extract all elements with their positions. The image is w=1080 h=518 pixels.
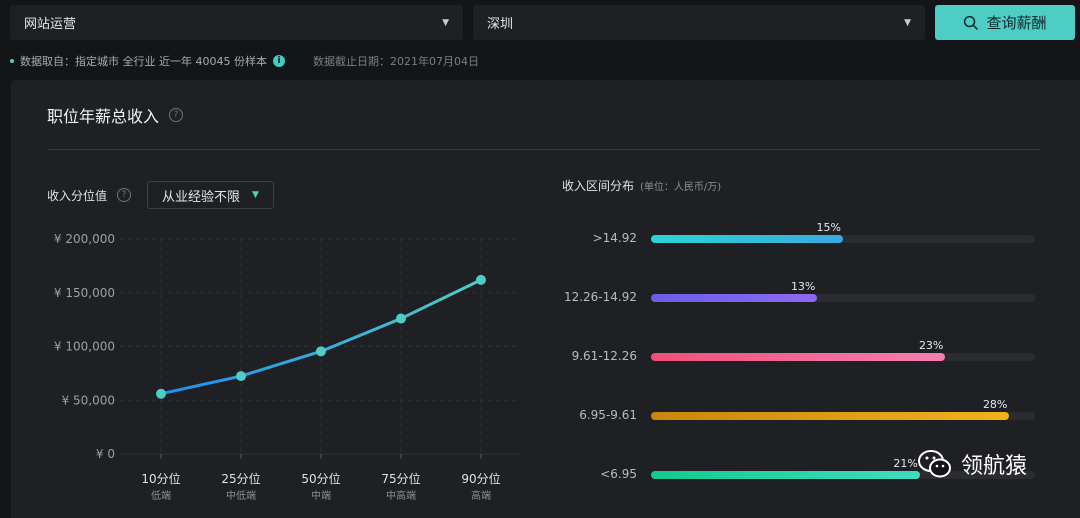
- x-sub-label: 中低端: [226, 489, 256, 502]
- watermark-text: 领航猿: [961, 454, 1028, 479]
- y-tick-label: ¥ 200,000: [54, 232, 115, 246]
- x-tick-label: 10分位: [141, 471, 180, 486]
- distribution-row: 12.26-14.92 13%: [551, 280, 1051, 308]
- caret-down-icon: ▼: [904, 17, 911, 28]
- data-point: [396, 313, 406, 324]
- range-label: 9.61-12.26: [571, 349, 637, 363]
- bar-fill: [651, 294, 818, 302]
- y-tick-label: ¥ 150,000: [54, 286, 115, 300]
- data-point: [236, 371, 246, 382]
- x-sub-label: 中高端: [386, 489, 416, 502]
- bar-percent-label: 13%: [790, 280, 816, 293]
- search-button-label: 查询薪酬: [986, 14, 1047, 32]
- x-tick-label: 75分位: [381, 471, 420, 486]
- x-tick-label: 50分位: [301, 471, 340, 486]
- y-tick-label: ¥ 100,000: [54, 340, 115, 354]
- data-source-bar: 数据取自：指定城市 全行业 近一年 40045 份样本 i 数据截止日期：202…: [10, 53, 479, 69]
- job-select[interactable]: 网站运营 ▼: [10, 5, 463, 40]
- search-icon: [964, 15, 979, 30]
- bar-track: 13%: [651, 280, 1035, 302]
- bar-fill: [651, 235, 843, 243]
- bar-percent-label: 15%: [816, 221, 841, 234]
- range-label: 6.95-9.61: [579, 408, 637, 422]
- range-label: <6.95: [600, 467, 637, 481]
- data-point: [476, 274, 486, 285]
- data-cutoff-date: 数据截止日期：2021年07月04日: [312, 55, 479, 68]
- x-sub-label: 中端: [311, 489, 331, 502]
- bar-percent-label: 28%: [982, 398, 1008, 411]
- bar-fill: [651, 471, 920, 479]
- x-sub-label: 高端: [471, 489, 491, 502]
- caret-down-icon: ▼: [442, 17, 449, 28]
- distribution-row: 6.95-9.61 28%: [551, 398, 1051, 426]
- x-tick-label: 90分位: [461, 471, 500, 486]
- range-label: 12.26-14.92: [563, 290, 637, 304]
- distribution-row: >14.92 15%: [551, 221, 1051, 249]
- bar-track: 15%: [651, 221, 1035, 243]
- percentile-line-chart: ¥ 0 ¥ 50,000 ¥ 100,000 ¥ 150,000 ¥ 200,000 10…: [54, 232, 520, 502]
- watermark: 领航猿: [917, 448, 1027, 480]
- x-sub-label: 低端: [151, 489, 171, 502]
- bar-track: 28%: [651, 398, 1035, 420]
- bar-fill: [651, 353, 946, 361]
- data-point: [316, 346, 326, 357]
- distribution-title: 收入区间分布: [562, 179, 635, 193]
- range-label: >14.92: [592, 231, 637, 245]
- bar-fill: [651, 412, 1010, 420]
- city-select[interactable]: 深圳 ▼: [473, 5, 925, 40]
- data-point: [156, 388, 166, 399]
- bullet-dot-icon: [10, 59, 14, 63]
- data-source-text: 数据取自：指定城市 全行业 近一年 40045 份样本: [20, 55, 267, 68]
- y-tick-label: ¥ 50,000: [62, 393, 115, 407]
- bar-track: 23%: [651, 339, 1035, 361]
- x-tick-label: 25分位: [221, 471, 260, 486]
- search-salary-button[interactable]: 查询薪酬: [935, 5, 1075, 40]
- y-tick-label: ¥ 0: [96, 447, 115, 461]
- job-select-value: 网站运营: [24, 17, 77, 32]
- distribution-row: 9.61-12.26 23%: [551, 339, 1051, 367]
- bar-percent-label: 21%: [893, 457, 918, 470]
- distribution-unit: (单位：人民币/万): [640, 182, 722, 193]
- distribution-header: 收入区间分布 (单位：人民币/万): [562, 177, 721, 194]
- info-icon[interactable]: i: [272, 55, 285, 67]
- wechat-icon: [918, 450, 951, 478]
- city-select-value: 深圳: [487, 17, 514, 32]
- bar-percent-label: 23%: [918, 339, 944, 352]
